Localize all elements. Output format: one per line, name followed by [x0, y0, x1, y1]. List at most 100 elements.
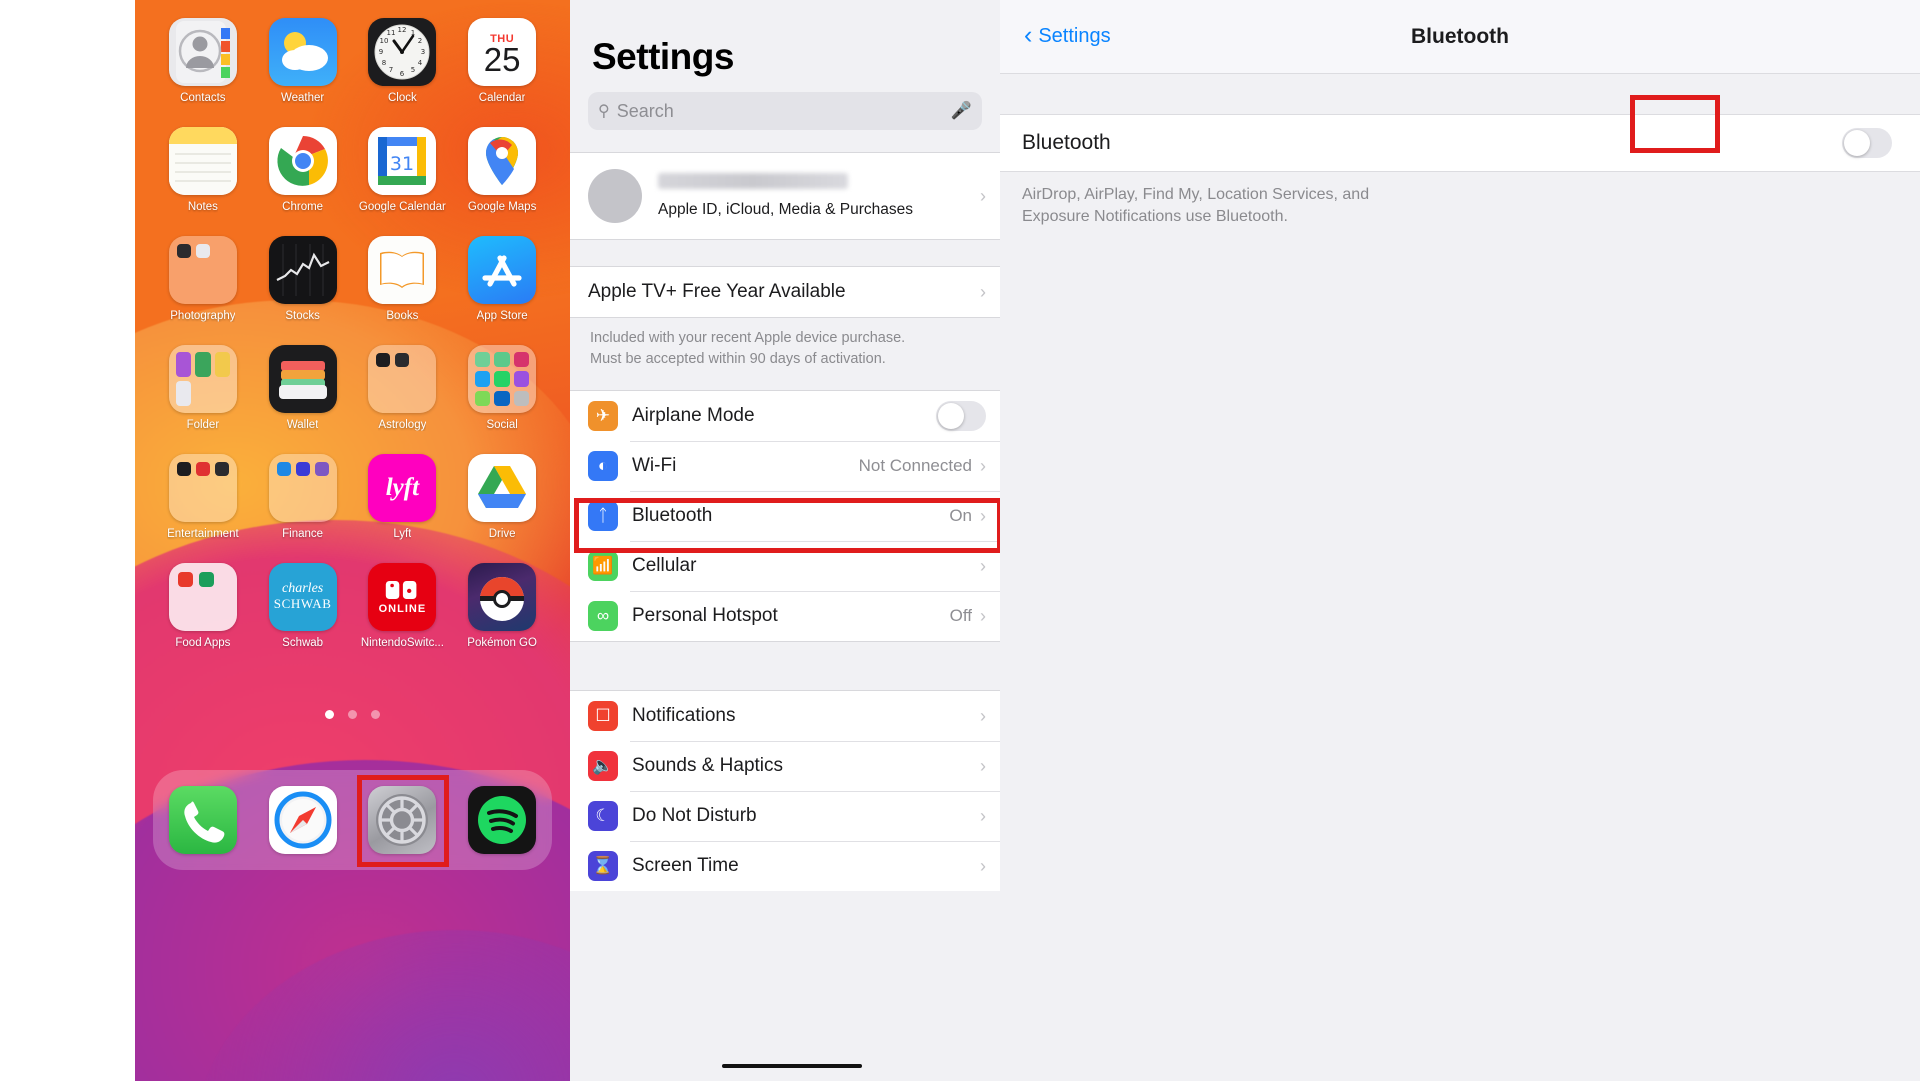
apple-tv-promo-note: Included with your recent Apple device p… [570, 318, 1000, 384]
app-icon-google-maps[interactable]: Google Maps [452, 121, 552, 230]
app-icon-clock[interactable]: 12 1 2 345 678 9 10 11 Clock [353, 12, 453, 121]
app-icon-google-calendar[interactable]: 31 Google Calendar [353, 121, 453, 230]
chevron-right-icon: › [980, 455, 986, 476]
app-label: Contacts [180, 92, 226, 104]
app-label: Chrome [282, 201, 324, 213]
apple-tv-promo-row[interactable]: Apple TV+ Free Year Available › [570, 267, 1000, 317]
spotify-icon[interactable] [468, 786, 537, 854]
row-label: Bluetooth [632, 505, 713, 527]
app-label: Photography [170, 310, 236, 322]
app-icon-lyft[interactable]: lyft Lyft [353, 448, 453, 557]
nintendo-online-text: ONLINE [378, 602, 427, 615]
chevron-right-icon: › [980, 505, 986, 526]
svg-text:10: 10 [380, 37, 389, 45]
app-store-icon [468, 236, 537, 304]
row-value: Not Connected [858, 456, 972, 476]
settings-row-screen-time[interactable]: ⌛ Screen Time › [570, 841, 1000, 892]
system-group: ☐ Notifications › 🔈 Sounds & Haptics › ☾… [570, 690, 1000, 892]
app-folder-generic[interactable]: Folder [153, 339, 253, 448]
app-label: Food Apps [175, 637, 231, 649]
airplane-mode-toggle[interactable] [936, 401, 986, 432]
app-label: Lyft [393, 528, 412, 540]
bluetooth-toggle-row[interactable]: Bluetooth [1000, 114, 1920, 172]
settings-row-cellular[interactable]: 📶 Cellular › [570, 541, 1000, 592]
app-icon-books[interactable]: Books [353, 230, 453, 339]
settings-row-notifications[interactable]: ☐ Notifications › [570, 691, 1000, 742]
app-folder-finance[interactable]: Finance [253, 448, 353, 557]
app-folder-astrology[interactable]: Astrology [353, 339, 453, 448]
folder-generic-icon [168, 345, 237, 413]
svg-text:8: 8 [382, 59, 386, 67]
row-label: Do Not Disturb [632, 805, 757, 827]
chevron-right-icon: › [980, 705, 986, 726]
search-input[interactable]: ⚲ Search 🎤 [588, 92, 982, 130]
row-label: Airplane Mode [632, 405, 755, 427]
app-label: Weather [280, 92, 325, 104]
phone-icon[interactable] [168, 786, 237, 854]
app-folder-entertainment[interactable]: Entertainment [153, 448, 253, 557]
app-label: Schwab [282, 637, 324, 649]
app-label: Google Maps [467, 201, 537, 213]
svg-text:9: 9 [379, 48, 383, 56]
schwab-wordmark-top: charles [282, 581, 324, 597]
microphone-icon[interactable]: 🎤 [951, 101, 972, 121]
app-label: Pokémon GO [467, 637, 537, 649]
search-icon: ⚲ [598, 103, 610, 120]
safari-icon[interactable] [268, 786, 337, 854]
app-label: Social [486, 419, 518, 431]
hotspot-icon: ∞ [588, 601, 618, 632]
settings-gear-icon[interactable] [368, 786, 437, 854]
screenshot-root: Contacts Weather 12 1 2 3 4 5 6 7 8 9 10… [0, 0, 1920, 1081]
row-value: On [949, 506, 972, 526]
page-dot-2[interactable] [348, 710, 357, 719]
app-folder-food[interactable]: Food Apps [153, 557, 253, 666]
schwab-wordmark-bottom: SCHWAB [273, 596, 332, 612]
app-icon-schwab[interactable]: charles SCHWAB Schwab [253, 557, 353, 666]
folder-food-icon [168, 563, 237, 631]
app-label: Google Calendar [358, 201, 446, 213]
svg-text:6: 6 [400, 70, 405, 78]
app-icon-wallet[interactable]: Wallet [253, 339, 353, 448]
chevron-right-icon: › [980, 805, 986, 826]
notes-icon [168, 127, 237, 195]
moon-icon: ☾ [588, 801, 618, 832]
avatar [588, 169, 642, 223]
app-icon-weather[interactable]: Weather [253, 12, 353, 121]
app-icon-nintendo-switch-online[interactable]: ONLINE NintendoSwitc... [353, 557, 453, 666]
redaction-mark [722, 1064, 862, 1068]
calendar-day: 25 [483, 40, 521, 78]
connectivity-group: ✈ Airplane Mode ◐ Wi-Fi Not Connected › … [570, 390, 1000, 643]
settings-row-do-not-disturb[interactable]: ☾ Do Not Disturb › [570, 791, 1000, 842]
settings-row-bluetooth[interactable]: ᛏ Bluetooth On › [570, 491, 1000, 542]
apple-id-row[interactable]: Apple ID, iCloud, Media & Purchases › [570, 153, 1000, 239]
hourglass-icon: ⌛ [588, 851, 618, 882]
bluetooth-toggle[interactable] [1842, 128, 1892, 158]
settings-row-airplane-mode[interactable]: ✈ Airplane Mode [570, 391, 1000, 442]
app-icon-pokemon-go[interactable]: Pokémon GO [452, 557, 552, 666]
app-icon-chrome[interactable]: Chrome [253, 121, 353, 230]
app-icon-app-store[interactable]: App Store [452, 230, 552, 339]
svg-text:7: 7 [389, 66, 393, 74]
clock-icon: 12 1 2 345 678 9 10 11 [368, 18, 437, 86]
charles-schwab-icon: charles SCHWAB [268, 563, 337, 631]
app-folder-social[interactable]: Social [452, 339, 552, 448]
app-icon-contacts[interactable]: Contacts [153, 12, 253, 121]
bluetooth-note-line-2: Exposure Notifications use Bluetooth. [1022, 208, 1288, 226]
settings-row-personal-hotspot[interactable]: ∞ Personal Hotspot Off › [570, 591, 1000, 642]
page-dot-1[interactable] [325, 710, 334, 719]
app-icon-stocks[interactable]: Stocks [253, 230, 353, 339]
app-icon-calendar[interactable]: THU 25 Calendar [452, 12, 552, 121]
page-indicator-dots[interactable] [135, 710, 570, 719]
settings-row-wifi[interactable]: ◐ Wi-Fi Not Connected › [570, 441, 1000, 492]
app-icon-google-drive[interactable]: Drive [452, 448, 552, 557]
settings-app-panel: Settings ⚲ Search 🎤 Apple ID, iCloud, Me… [570, 0, 1000, 1081]
page-dot-3[interactable] [371, 710, 380, 719]
home-dock [153, 770, 552, 870]
account-name-redacted [658, 173, 848, 189]
app-icon-notes[interactable]: Notes [153, 121, 253, 230]
app-folder-photography[interactable]: Photography [153, 230, 253, 339]
promo-note-line-2: Must be accepted within 90 days of activ… [590, 351, 886, 368]
settings-row-sounds-haptics[interactable]: 🔈 Sounds & Haptics › [570, 741, 1000, 792]
apple-tv-promo-title: Apple TV+ Free Year Available [588, 281, 846, 302]
apple-id-subtitle: Apple ID, iCloud, Media & Purchases [658, 201, 914, 218]
